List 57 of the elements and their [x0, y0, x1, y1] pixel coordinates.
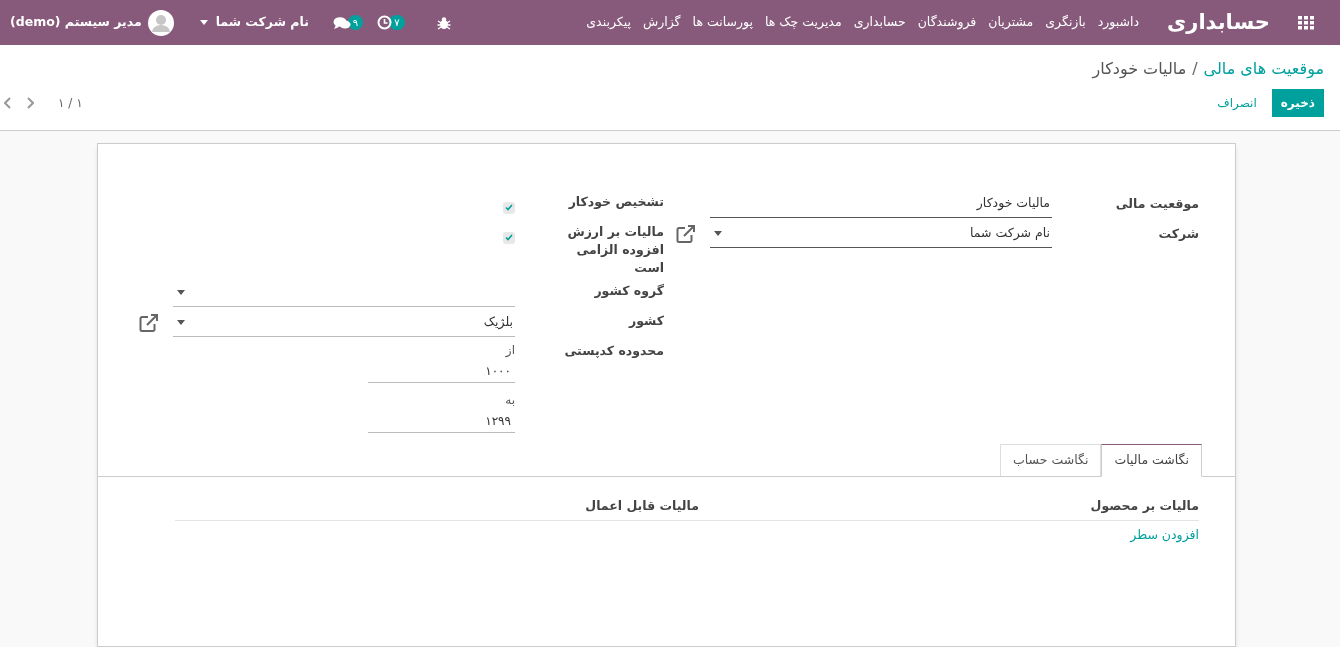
checkbox[interactable]	[503, 201, 515, 214]
caret-icon	[177, 320, 185, 325]
input-field[interactable]: ۱۲۹۹	[368, 409, 515, 433]
field-label: موقعیت مالی	[1114, 195, 1199, 213]
clock-icon	[377, 15, 393, 30]
range-label: به	[504, 392, 515, 409]
dropdown-field[interactable]: نام شرکت شما	[710, 220, 1052, 248]
check-icon	[505, 204, 513, 211]
chat-icon	[332, 15, 351, 30]
menu-item[interactable]: گزارش	[636, 13, 687, 32]
tab[interactable]: نگاشت مالیات	[1101, 444, 1202, 477]
menu-item[interactable]: داشبورد	[1091, 13, 1146, 32]
field-label: مالیات بر ارزش افزوده الزامی است	[566, 223, 664, 277]
app-title: حسابداری	[1167, 8, 1270, 36]
save-button[interactable]: ذخیره	[1271, 89, 1324, 117]
caret-icon	[714, 231, 722, 236]
menu-item[interactable]: پورسانت ها	[686, 13, 759, 32]
user-name[interactable]: مدیر سیستم (demo)	[10, 13, 142, 32]
field-label: گروه کشور	[593, 282, 664, 300]
column-header: مالیات بر محصول	[1089, 497, 1199, 515]
breadcrumb-separator: /	[1192, 58, 1198, 80]
count-badge: ۷	[389, 15, 405, 30]
field-label: شرکت	[1157, 225, 1199, 243]
pager-value: ۱ / ۱	[58, 95, 83, 112]
field-label: کشور	[627, 312, 664, 330]
external-link-icon[interactable]	[676, 225, 696, 243]
field-label: تشخیص خودکار	[567, 193, 664, 211]
apps-menu-icon[interactable]	[1298, 15, 1314, 30]
check-icon	[505, 234, 513, 241]
count-badge: ۹	[347, 15, 364, 30]
range-label: از	[504, 342, 515, 359]
bug-icon[interactable]	[436, 15, 451, 30]
menu-item[interactable]: پیکربندی	[580, 13, 637, 32]
input-field[interactable]: مالیات خودکار	[710, 190, 1052, 218]
add-line-link[interactable]: افزودن سطر	[1130, 526, 1199, 545]
menu-item[interactable]: مدیریت چک ها	[758, 13, 848, 32]
dropdown-field[interactable]: بلژیک	[173, 309, 515, 337]
breadcrumb-current: مالیات خودکار	[1092, 58, 1187, 81]
chevron-right-icon[interactable]	[26, 97, 34, 109]
menu-item[interactable]: مشتریان	[982, 13, 1040, 32]
column-header: مالیات قابل اعمال	[585, 497, 699, 515]
avatar-icon[interactable]	[147, 9, 174, 36]
checkbox[interactable]	[503, 231, 515, 244]
messages-button[interactable]: ۹	[332, 15, 364, 30]
activity-button[interactable]: ۷	[377, 15, 405, 30]
input-field[interactable]: ۱۰۰۰	[368, 359, 515, 383]
menu-item[interactable]: بازنگری	[1039, 13, 1092, 32]
caret-icon	[199, 20, 208, 25]
field-label: محدوده کدپستی	[563, 342, 664, 360]
discard-button[interactable]: انصراف	[1208, 89, 1266, 117]
chevron-left-icon[interactable]	[4, 97, 12, 109]
menu-item[interactable]: حسابداری	[847, 13, 912, 32]
menu-item[interactable]: فروشندگان	[911, 13, 983, 32]
breadcrumb-link[interactable]: موقعیت های مالی	[1203, 57, 1324, 81]
caret-icon	[177, 290, 185, 295]
tab[interactable]: نگاشت حساب	[1000, 444, 1102, 476]
external-link-icon[interactable]	[139, 314, 159, 332]
